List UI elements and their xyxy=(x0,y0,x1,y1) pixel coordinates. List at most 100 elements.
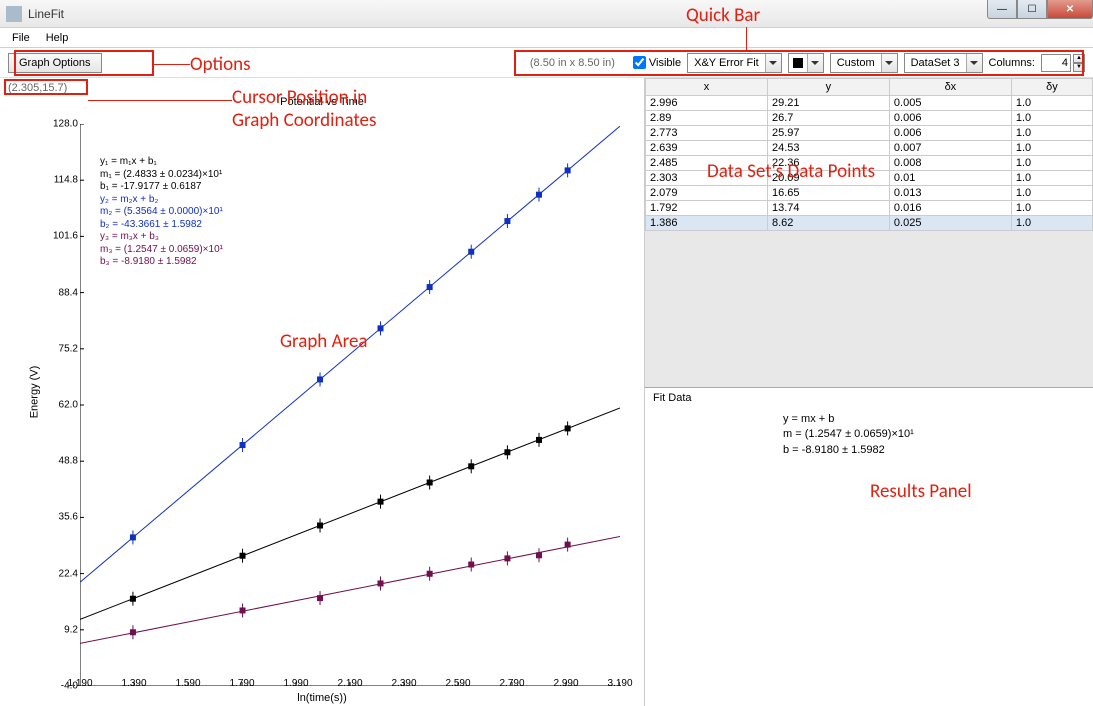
table-cell[interactable]: 1.0 xyxy=(1011,141,1092,156)
right-pane: xyδxδy 2.99629.210.0051.02.8926.70.0061.… xyxy=(645,78,1093,706)
table-header[interactable]: y xyxy=(767,79,889,96)
table-cell[interactable]: 1.792 xyxy=(646,201,768,216)
table-row[interactable]: 2.07916.650.0131.0 xyxy=(646,186,1093,201)
toolbar: Graph Options (8.50 in x 8.50 in) Visibl… xyxy=(0,48,1093,78)
symbol-combo[interactable] xyxy=(788,53,824,73)
table-cell[interactable]: 16.65 xyxy=(767,186,889,201)
table-cell[interactable]: 2.485 xyxy=(646,156,768,171)
legend-s2-b: b₂ = -43.3661 ± 1.5982 xyxy=(100,219,223,232)
table-row[interactable]: 2.8926.70.0061.0 xyxy=(646,111,1093,126)
visible-checkbox[interactable]: Visible xyxy=(633,56,681,69)
legend-s3-b: b₃ = -8.9180 ± 1.5982 xyxy=(100,256,223,269)
table-cell[interactable]: 29.21 xyxy=(767,96,889,111)
table-cell[interactable]: 0.006 xyxy=(889,126,1011,141)
table-cell[interactable]: 2.079 xyxy=(646,186,768,201)
table-cell[interactable]: 1.386 xyxy=(646,216,768,231)
fit-type-value: X&Y Error Fit xyxy=(688,57,765,69)
menubar: File Help xyxy=(0,28,1093,48)
fit-legend: y₁ = m₁x + b₁ m₁ = (2.4833 ± 0.0234)×10¹… xyxy=(100,156,223,269)
table-cell[interactable]: 1.0 xyxy=(1011,126,1092,141)
table-cell[interactable]: 8.62 xyxy=(767,216,889,231)
x-axis-label: ln(time(s)) xyxy=(297,692,347,704)
canvas-size-label: (8.50 in x 8.50 in) xyxy=(530,57,615,69)
close-button[interactable]: ✕ xyxy=(1047,0,1093,19)
table-header[interactable]: δx xyxy=(889,79,1011,96)
titlebar: LineFit — ☐ ✕ xyxy=(0,0,1093,28)
table-row[interactable]: 1.3868.620.0251.0 xyxy=(646,216,1093,231)
dataset-value: DataSet 3 xyxy=(905,57,966,69)
table-cell[interactable]: 1.0 xyxy=(1011,186,1092,201)
legend-s2-m: m₂ = (5.3564 ± 0.0000)×10¹ xyxy=(100,206,223,219)
chevron-down-icon[interactable] xyxy=(966,54,982,72)
legend-s1-eq: y₁ = m₁x + b₁ xyxy=(100,156,223,169)
legend-s3-eq: y₃ = m₃x + b₃ xyxy=(100,231,223,244)
table-cell[interactable]: 1.0 xyxy=(1011,171,1092,186)
data-table-wrap[interactable]: xyδxδy 2.99629.210.0051.02.8926.70.0061.… xyxy=(645,78,1093,388)
menu-help[interactable]: Help xyxy=(38,30,77,46)
table-cell[interactable]: 2.639 xyxy=(646,141,768,156)
dataset-combo[interactable]: DataSet 3 xyxy=(904,53,983,73)
table-header[interactable]: x xyxy=(646,79,768,96)
table-cell[interactable]: 20.09 xyxy=(767,171,889,186)
window-title: LineFit xyxy=(28,7,64,21)
table-cell[interactable]: 1.0 xyxy=(1011,156,1092,171)
table-cell[interactable]: 2.773 xyxy=(646,126,768,141)
table-cell[interactable]: 2.89 xyxy=(646,111,768,126)
table-cell[interactable]: 0.008 xyxy=(889,156,1011,171)
table-cell[interactable]: 1.0 xyxy=(1011,201,1092,216)
fit-eq: y = mx + b xyxy=(783,412,1085,427)
columns-input[interactable] xyxy=(1041,54,1071,72)
app-icon xyxy=(6,6,22,22)
columns-label: Columns: xyxy=(989,57,1035,69)
table-cell[interactable]: 13.74 xyxy=(767,201,889,216)
table-row[interactable]: 2.30320.090.011.0 xyxy=(646,171,1093,186)
table-cell[interactable]: 22.36 xyxy=(767,156,889,171)
table-cell[interactable]: 0.006 xyxy=(889,111,1011,126)
table-cell[interactable]: 24.53 xyxy=(767,141,889,156)
fit-style-value: Custom xyxy=(831,57,881,69)
table-cell[interactable]: 25.97 xyxy=(767,126,889,141)
legend-s1-m: m₁ = (2.4833 ± 0.0234)×10¹ xyxy=(100,169,223,182)
table-row[interactable]: 1.79213.740.0161.0 xyxy=(646,201,1093,216)
legend-s3-m: m₃ = (1.2547 ± 0.0659)×10¹ xyxy=(100,244,223,257)
minimize-button[interactable]: — xyxy=(987,0,1017,19)
table-cell[interactable]: 0.01 xyxy=(889,171,1011,186)
table-cell[interactable]: 0.005 xyxy=(889,96,1011,111)
chevron-down-icon[interactable] xyxy=(765,54,781,72)
fit-data-panel: Fit Data y = mx + b m = (1.2547 ± 0.0659… xyxy=(645,388,1093,462)
data-table[interactable]: xyδxδy 2.99629.210.0051.02.8926.70.0061.… xyxy=(645,78,1093,231)
table-cell[interactable]: 1.0 xyxy=(1011,216,1092,231)
columns-spinner[interactable]: ▲ ▼ xyxy=(1041,54,1085,72)
maximize-button[interactable]: ☐ xyxy=(1017,0,1047,19)
fit-type-combo[interactable]: X&Y Error Fit xyxy=(687,53,782,73)
table-cell[interactable]: 1.0 xyxy=(1011,111,1092,126)
table-cell[interactable]: 0.025 xyxy=(889,216,1011,231)
table-cell[interactable]: 26.7 xyxy=(767,111,889,126)
table-cell[interactable]: 1.0 xyxy=(1011,96,1092,111)
table-cell[interactable]: 2.303 xyxy=(646,171,768,186)
graph-options-button[interactable]: Graph Options xyxy=(8,53,102,73)
table-row[interactable]: 2.48522.360.0081.0 xyxy=(646,156,1093,171)
legend-s2-eq: y₂ = m₂x + b₂ xyxy=(100,194,223,207)
table-cell[interactable]: 2.996 xyxy=(646,96,768,111)
table-cell[interactable]: 0.013 xyxy=(889,186,1011,201)
table-cell[interactable]: 0.007 xyxy=(889,141,1011,156)
table-row[interactable]: 2.77325.970.0061.0 xyxy=(646,126,1093,141)
symbol-swatch xyxy=(793,58,803,68)
y-ticks: -4.09.222.435.648.862.075.288.4101.6114.… xyxy=(38,124,78,686)
table-cell[interactable]: 0.016 xyxy=(889,201,1011,216)
graph-title: Potential vs Time xyxy=(0,96,644,108)
fit-data-header: Fit Data xyxy=(653,392,1085,404)
graph-pane[interactable]: Potential vs Time Energy (V) -4.09.222.4… xyxy=(0,78,645,706)
table-row[interactable]: 2.63924.530.0071.0 xyxy=(646,141,1093,156)
menu-file[interactable]: File xyxy=(4,30,38,46)
table-header[interactable]: δy xyxy=(1011,79,1092,96)
chevron-down-icon[interactable] xyxy=(807,54,823,72)
table-row[interactable]: 2.99629.210.0051.0 xyxy=(646,96,1093,111)
visible-label: Visible xyxy=(649,57,681,69)
spinner-up-icon[interactable]: ▲ xyxy=(1073,54,1085,63)
fit-style-combo[interactable]: Custom xyxy=(830,53,898,73)
chevron-down-icon[interactable] xyxy=(881,54,897,72)
visible-checkbox-input[interactable] xyxy=(633,56,646,69)
spinner-down-icon[interactable]: ▼ xyxy=(1073,63,1085,72)
